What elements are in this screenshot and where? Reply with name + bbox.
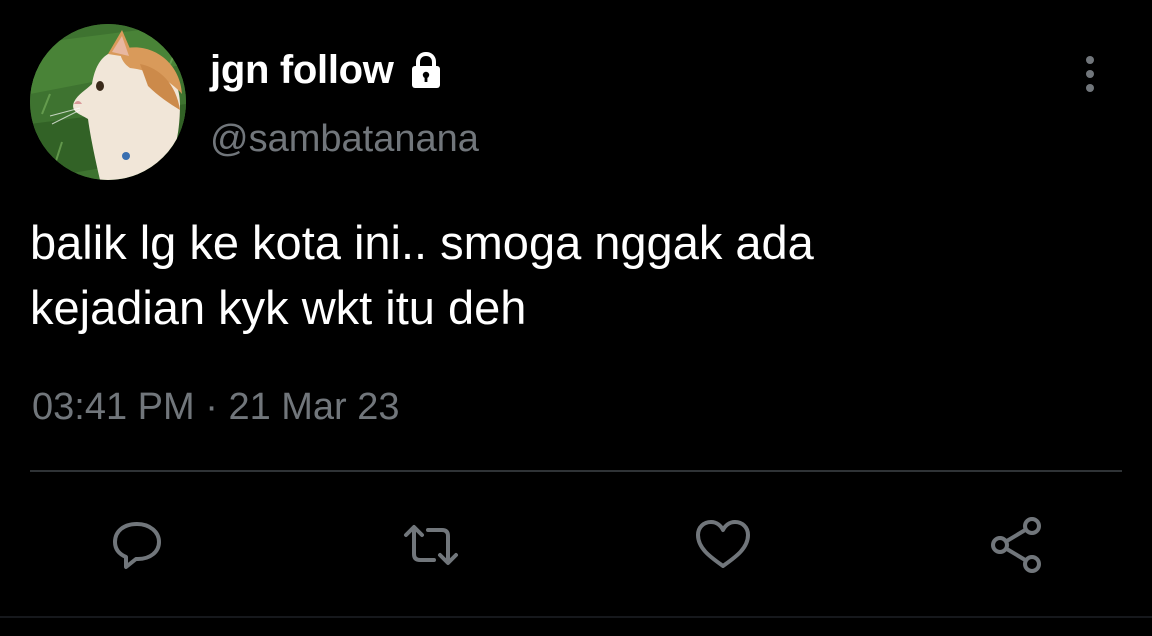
share-icon xyxy=(991,517,1041,573)
like-button[interactable] xyxy=(692,514,754,576)
display-name-row: jgn follow xyxy=(210,42,448,98)
tweet-text: balik lg ke kota ini.. smoga nggak ada k… xyxy=(30,210,1120,340)
reply-icon xyxy=(113,522,161,569)
timestamp-separator: · xyxy=(205,386,218,428)
tweet-date[interactable]: 21 Mar 23 xyxy=(228,386,399,428)
cat-avatar-image xyxy=(30,24,186,180)
timestamp: 03:41 PM · 21 Mar 23 xyxy=(32,386,400,429)
share-button[interactable] xyxy=(986,514,1048,576)
tweet-time[interactable]: 03:41 PM xyxy=(32,386,195,428)
display-name[interactable]: jgn follow xyxy=(210,48,394,93)
lock-icon xyxy=(404,48,448,92)
tweet-card: jgn follow @sambatanana balik lg ke kota… xyxy=(0,0,1152,636)
heart-icon xyxy=(696,520,750,568)
bottom-divider xyxy=(0,616,1152,618)
retweet-icon xyxy=(404,525,458,565)
more-vertical-icon xyxy=(1086,56,1094,92)
tweet-text-line: kejadian kyk wkt itu deh xyxy=(30,281,527,334)
reply-button[interactable] xyxy=(106,514,168,576)
retweet-button[interactable] xyxy=(400,514,462,576)
user-handle[interactable]: @sambatanana xyxy=(210,118,479,161)
avatar[interactable] xyxy=(30,24,186,180)
divider xyxy=(30,470,1122,472)
more-options-button[interactable] xyxy=(1068,52,1112,96)
tweet-text-line: balik lg ke kota ini.. smoga nggak ada xyxy=(30,216,814,269)
